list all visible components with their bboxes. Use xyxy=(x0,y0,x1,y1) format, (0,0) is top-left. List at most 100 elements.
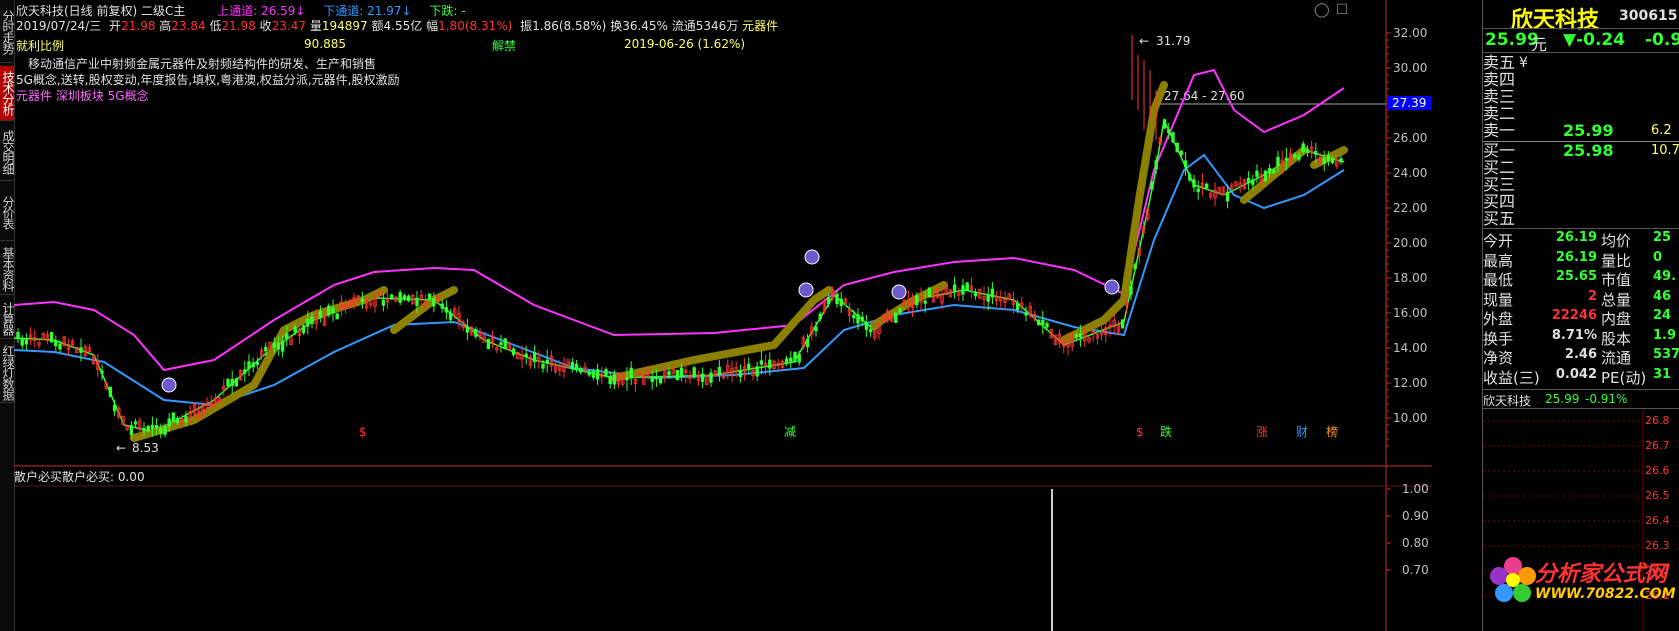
tab-2[interactable]: 成交明细 xyxy=(0,124,15,181)
candle-body xyxy=(789,357,793,362)
candle-body xyxy=(894,312,898,323)
stat-label: PE(动) xyxy=(1601,368,1647,387)
price-axis-label: 32.00 xyxy=(1393,26,1427,40)
candle-body xyxy=(226,379,230,387)
stat-label: 总量 xyxy=(1601,290,1632,309)
indicator-axis-label: 0.90 xyxy=(1402,509,1429,523)
divider xyxy=(1483,228,1679,229)
indicator-title: 散户必买 xyxy=(14,469,62,484)
divider xyxy=(1483,389,1679,390)
candle-body xyxy=(1024,312,1028,316)
candle-body xyxy=(1036,319,1041,326)
tab-0[interactable]: 分时走势 xyxy=(0,2,15,63)
stat-value: 8.71% xyxy=(1551,327,1597,343)
signal-mark: 减 xyxy=(784,425,796,439)
candle-body xyxy=(24,338,29,345)
candle-body xyxy=(612,374,617,385)
candle-body xyxy=(1162,119,1167,129)
tab-1[interactable]: 技术分析 xyxy=(0,66,15,121)
candle-body xyxy=(923,300,927,304)
candle-body xyxy=(650,377,654,383)
price-change: ▼-0.24 xyxy=(1563,30,1626,50)
candle-body xyxy=(1074,333,1079,338)
price-axis-label: 24.00 xyxy=(1393,166,1427,180)
candle-body xyxy=(1150,181,1154,190)
kline-chart[interactable]: 32.0030.0028.0026.0024.0022.0020.0018.00… xyxy=(14,0,1432,631)
candle-body xyxy=(335,313,339,320)
chart-area[interactable]: 32.0030.0028.0026.0024.0022.0020.0018.00… xyxy=(14,0,1432,631)
candle-body xyxy=(1267,168,1272,174)
signal-mark: $ xyxy=(359,425,367,439)
candle-body xyxy=(1129,285,1133,295)
candle-body xyxy=(1251,179,1255,185)
candle-body xyxy=(1246,178,1251,184)
candle-body xyxy=(852,314,856,319)
candle-body xyxy=(251,362,255,368)
signal-mark: 榜 xyxy=(1326,424,1338,439)
candle-body xyxy=(579,368,583,373)
candle-body xyxy=(738,369,743,378)
candle-body xyxy=(587,371,591,376)
candle-body xyxy=(1045,323,1049,328)
candle-body xyxy=(264,346,268,352)
candle-body xyxy=(247,361,251,369)
candle-body xyxy=(860,316,864,322)
price-axis-label: 14.00 xyxy=(1393,341,1427,355)
candle-body xyxy=(1322,158,1326,164)
candle-body xyxy=(1188,174,1192,181)
stat-value: 26.19 xyxy=(1555,230,1597,245)
amt-label: 额 xyxy=(371,19,384,33)
stat-value: 31 xyxy=(1653,366,1672,382)
price-axis-label: 20.00 xyxy=(1393,236,1427,250)
tab-5[interactable]: 计算器 xyxy=(0,298,15,339)
price-axis-label: 26.00 xyxy=(1393,131,1427,145)
indicator-axis-label: 0.70 xyxy=(1402,563,1429,577)
mini-axis-label: 26.6 xyxy=(1645,464,1670,477)
flower-logo-icon xyxy=(1490,557,1536,602)
candle-body xyxy=(965,282,969,291)
candle-body xyxy=(1339,158,1343,163)
tab-4[interactable]: 基本资料 xyxy=(0,244,15,295)
maximize-icon[interactable]: ☐ xyxy=(1335,3,1349,17)
candle-body xyxy=(755,366,759,377)
high-label: 高 xyxy=(159,19,172,33)
signal-mark: 财 xyxy=(1296,425,1308,439)
ask-label: 卖五 xyxy=(1483,53,1516,72)
candle-body xyxy=(1276,156,1280,167)
candle-body xyxy=(1183,160,1188,168)
candle-body xyxy=(856,314,860,324)
candle-body xyxy=(545,359,549,363)
candle-body xyxy=(255,361,260,365)
candle-body xyxy=(973,291,978,297)
candle-body xyxy=(129,425,134,435)
signal-face-icon xyxy=(161,377,177,393)
amp-value: 振1.86(8.58%) xyxy=(520,19,607,33)
divider xyxy=(1483,28,1679,29)
candle-body xyxy=(448,312,453,320)
stat-value: 25 xyxy=(1653,230,1672,245)
left-tab-bar: 分时走势技术分析成交明细分价表基本资料计算器红绿灯数据 xyxy=(0,0,15,631)
chg-value: 1.80(8.31%) xyxy=(438,19,513,33)
minimize-icon[interactable]: ◯ xyxy=(1314,3,1330,17)
turn-value: 换36.45% xyxy=(610,19,668,33)
candle-body xyxy=(1179,150,1184,156)
close-label: 收 xyxy=(259,19,272,33)
high-value: 23.84 xyxy=(171,19,206,33)
candle-body xyxy=(629,367,633,379)
candle-body xyxy=(805,338,810,348)
candle-body xyxy=(474,328,478,337)
stat-label: 外盘 xyxy=(1483,310,1514,328)
watermark-title: 分析家公式网 xyxy=(1535,562,1668,587)
stat-value: 24 xyxy=(1653,308,1672,323)
open-label: 开 xyxy=(109,19,122,33)
candle-body xyxy=(915,295,919,306)
low-value: 21.98 xyxy=(221,19,256,33)
tab-3[interactable]: 分价表 xyxy=(0,184,15,241)
candle-body xyxy=(679,367,684,378)
signal-face-icon xyxy=(798,282,814,298)
candle-body xyxy=(1225,191,1230,202)
candle-body xyxy=(868,329,873,333)
blocks: 元器件 深圳板块 5G概念 xyxy=(16,89,149,103)
stat-value: 22246 xyxy=(1551,308,1597,323)
tab-6[interactable]: 红绿灯数据 xyxy=(0,342,15,403)
